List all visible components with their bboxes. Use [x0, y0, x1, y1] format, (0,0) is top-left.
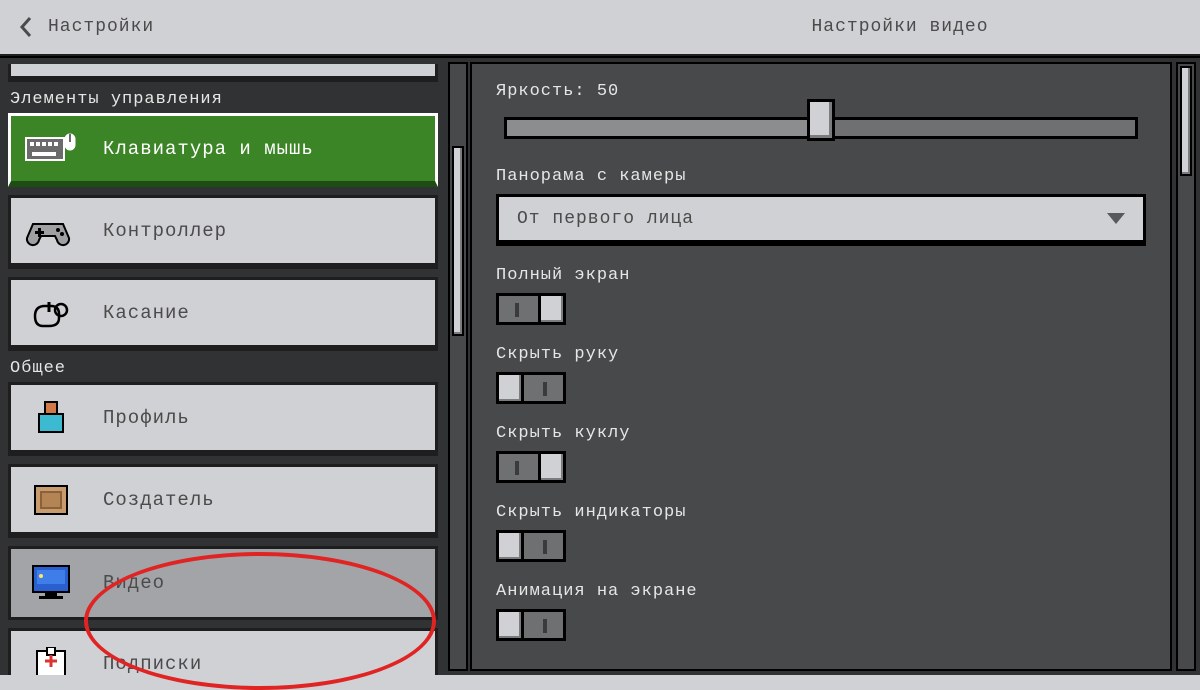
screen-animation-label: Анимация на экране: [496, 582, 1146, 601]
camera-perspective-dropdown[interactable]: От первого лица: [496, 194, 1146, 246]
sidebar-item-controller[interactable]: Контроллер: [8, 195, 438, 269]
touch-icon: [25, 293, 77, 333]
sidebar-item-partial[interactable]: [8, 64, 438, 82]
sidebar-item-label: Клавиатура и мышь: [103, 138, 314, 160]
video-icon: [25, 563, 77, 603]
hide-hud-toggle[interactable]: [496, 530, 566, 562]
keyboard-mouse-icon: [25, 129, 77, 169]
sidebar-scrollbar[interactable]: [448, 62, 468, 671]
brightness-slider[interactable]: [496, 109, 1146, 147]
creator-icon: [25, 480, 77, 520]
sidebar-item-label: Видео: [103, 572, 165, 594]
page-title: Настройки видео: [600, 0, 1200, 54]
sidebar-item-label: Контроллер: [103, 220, 227, 242]
chevron-down-icon: [1107, 213, 1125, 224]
sidebar-section-general: Общее: [10, 359, 438, 378]
back-label: Настройки: [48, 17, 154, 37]
panel-scrollbar[interactable]: [1176, 62, 1196, 671]
sidebar-item-subscriptions[interactable]: Подписки: [8, 628, 438, 675]
profile-icon: [25, 398, 77, 438]
video-settings-panel: Яркость: 50 Панорама с камеры От первого…: [470, 62, 1172, 671]
sidebar-item-label: Касание: [103, 302, 190, 324]
slider-handle[interactable]: [807, 99, 835, 141]
panel-scrollbar-thumb[interactable]: [1180, 66, 1192, 176]
sidebar-section-controls: Элементы управления: [10, 90, 438, 109]
hide-doll-toggle[interactable]: [496, 451, 566, 483]
sidebar-item-touch[interactable]: Касание: [8, 277, 438, 351]
sidebar-item-creator[interactable]: Создатель: [8, 464, 438, 538]
screen-animation-toggle[interactable]: [496, 609, 566, 641]
hide-hand-toggle[interactable]: [496, 372, 566, 404]
chevron-left-icon: [18, 15, 34, 39]
settings-sidebar: Элементы управления Клавиатура и мышь: [0, 58, 470, 675]
hide-hud-label: Скрыть индикаторы: [496, 503, 1146, 522]
header-bar: Настройки Настройки видео: [0, 0, 1200, 56]
sidebar-item-label: Подписки: [103, 653, 202, 675]
hide-doll-label: Скрыть куклу: [496, 424, 1146, 443]
sidebar-item-video[interactable]: Видео: [8, 546, 438, 620]
back-button[interactable]: Настройки: [0, 15, 154, 39]
sidebar-item-profile[interactable]: Профиль: [8, 382, 438, 456]
dropdown-value: От первого лица: [517, 209, 694, 229]
hide-hand-label: Скрыть руку: [496, 345, 1146, 364]
sidebar-item-label: Профиль: [103, 407, 190, 429]
fullscreen-label: Полный экран: [496, 266, 1146, 285]
subscriptions-icon: [25, 644, 77, 676]
sidebar-scrollbar-thumb[interactable]: [452, 146, 464, 336]
fullscreen-toggle[interactable]: [496, 293, 566, 325]
camera-perspective-label: Панорама с камеры: [496, 167, 1146, 186]
sidebar-item-label: Создатель: [103, 489, 215, 511]
controller-icon: [25, 211, 77, 251]
sidebar-item-keyboard-mouse[interactable]: Клавиатура и мышь: [8, 113, 438, 187]
